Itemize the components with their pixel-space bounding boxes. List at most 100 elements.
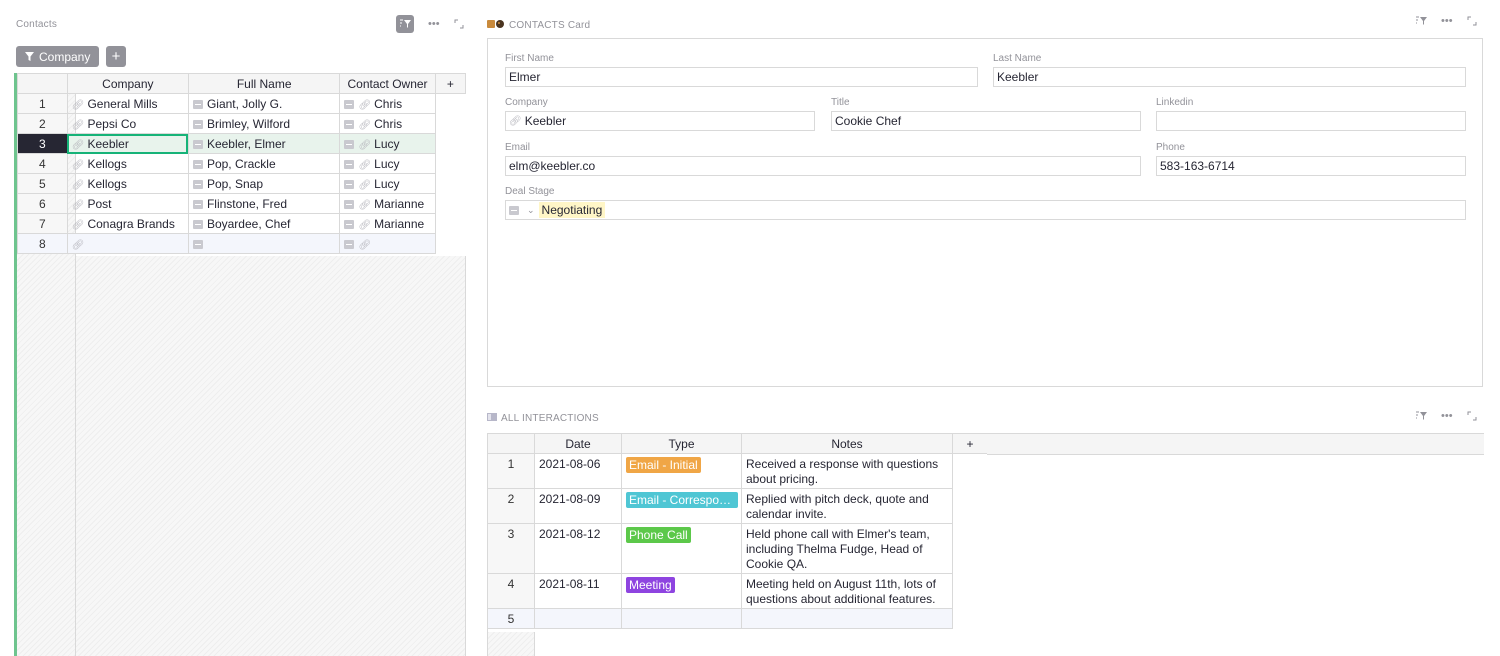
expand-icon[interactable] (1467, 16, 1477, 26)
notes-cell[interactable]: Replied with pitch deck, quote and calen… (741, 488, 953, 524)
full-name-cell[interactable]: Keebler, Elmer (187, 133, 341, 154)
type-cell[interactable]: Email - Correspondence (621, 488, 742, 524)
row-number[interactable]: 8 (17, 233, 68, 254)
company-cell[interactable]: 🔗︎ Conagra Brands (66, 213, 189, 234)
full-name-cell[interactable]: Brimley, Wilford (187, 113, 341, 134)
contact-owner-cell[interactable]: 🔗︎ Lucy (339, 173, 436, 194)
contact-owner-cell[interactable]: 🔗︎ Marianne (339, 193, 436, 214)
row-number[interactable]: 5 (487, 608, 535, 629)
more-icon[interactable]: ••• (1441, 410, 1453, 422)
row-number[interactable]: 3 (17, 133, 68, 154)
row-number[interactable]: 2 (17, 113, 68, 134)
phone-input[interactable]: 583-163-6714 (1156, 156, 1466, 176)
contact-owner-cell[interactable]: 🔗︎ (339, 233, 436, 254)
add-column-button[interactable]: + (952, 433, 988, 454)
date-cell[interactable]: 2021-08-11 (534, 573, 622, 609)
table-row[interactable]: 4 🔗︎ Kellogs Pop, Crackle 🔗︎ Lucy (17, 153, 466, 174)
reference-icon (192, 119, 203, 129)
expand-icon[interactable] (454, 19, 464, 29)
row-number[interactable]: 3 (487, 523, 535, 574)
table-row[interactable]: 8 🔗︎ 🔗︎ (17, 233, 466, 254)
linkedin-input[interactable] (1156, 111, 1466, 131)
table-row[interactable]: 3 🔗︎ Keebler Keebler, Elmer 🔗︎ Lucy (17, 133, 466, 154)
type-cell[interactable]: Email - Initial (621, 453, 742, 489)
notes-cell[interactable] (741, 608, 953, 629)
row-number[interactable]: 2 (487, 488, 535, 524)
date-cell[interactable]: 2021-08-09 (534, 488, 622, 524)
contact-owner-cell[interactable]: 🔗︎ Lucy (339, 133, 436, 154)
contact-owner-cell[interactable]: 🔗︎ Chris (339, 93, 436, 114)
table-row[interactable]: 22021-08-09Email - CorrespondenceReplied… (487, 488, 988, 524)
chevron-down-icon[interactable]: ⌄ (527, 205, 535, 216)
add-column-button[interactable]: + (434, 73, 467, 94)
column-header-date[interactable]: Date (534, 433, 622, 454)
full-name-cell[interactable]: Giant, Jolly G. (187, 93, 341, 114)
company-cell[interactable]: 🔗︎ Kellogs (66, 153, 189, 174)
row-number[interactable]: 4 (17, 153, 68, 174)
company-cell-value: Post (87, 196, 112, 211)
table-row[interactable]: 2 🔗︎ Pepsi Co Brimley, Wilford 🔗︎ Chris (17, 113, 466, 134)
company-cell[interactable]: 🔗︎ Kellogs (66, 173, 189, 194)
more-icon[interactable]: ••• (1441, 15, 1453, 27)
table-row[interactable]: 4 2021-08-11 Meeting Meeting held on August… (487, 573, 988, 609)
date-cell[interactable]: 2021-08-12 (534, 523, 622, 574)
company-input[interactable]: 🔗︎ Keebler (505, 111, 815, 131)
contact-owner-cell[interactable]: 🔗︎ Marianne (339, 213, 436, 234)
table-row[interactable]: 6 🔗︎ Post Flinstone, Fred 🔗︎ Marianne (17, 193, 466, 214)
company-cell[interactable]: 🔗︎ General Mills (66, 93, 189, 114)
grid-empty-area (76, 256, 466, 656)
notes-cell[interactable]: Meeting held on August 11th, lots of que… (741, 573, 953, 609)
row-number[interactable]: 7 (17, 213, 68, 234)
last-name-field: Last Name Keebler (993, 53, 1466, 87)
date-cell[interactable]: 2021-08-06 (534, 453, 622, 489)
full-name-cell[interactable]: Pop, Snap (187, 173, 341, 194)
table-row[interactable]: 3 2021-08-12 Phone Call Held phone call wit… (487, 523, 988, 574)
date-cell[interactable] (534, 608, 622, 629)
full-name-cell[interactable]: Boyardee, Chef (187, 213, 341, 234)
full-name-cell[interactable] (187, 233, 341, 254)
column-header-notes[interactable]: Notes (741, 433, 953, 454)
table-row[interactable]: 5 (487, 608, 988, 629)
filter-icon[interactable] (1416, 16, 1427, 26)
title-input[interactable]: Cookie Chef (831, 111, 1141, 131)
table-row[interactable]: 1 2021-08-06 Email - Initial Received a res… (487, 453, 988, 489)
empty-cell (435, 114, 465, 134)
column-header-type[interactable]: Type (621, 433, 742, 454)
full-name-cell[interactable]: Flinstone, Fred (187, 193, 341, 214)
company-filter-button[interactable]: Company (16, 46, 100, 67)
full-name-cell[interactable]: Pop, Crackle (187, 153, 341, 174)
row-number[interactable]: 6 (17, 193, 68, 214)
column-header-contact-owner[interactable]: Contact Owner (339, 73, 436, 94)
more-icon[interactable]: ••• (428, 18, 440, 30)
notes-cell[interactable]: Held phone call with Elmer's team, inclu… (741, 523, 953, 574)
table-row[interactable]: 7 🔗︎ Conagra Brands Boyardee, Chef 🔗︎ Mariann… (17, 213, 466, 234)
type-cell[interactable]: Phone Call (621, 523, 742, 574)
row-number[interactable]: 1 (17, 93, 68, 114)
table-row[interactable]: 5 🔗︎ Kellogs Pop, Snap 🔗︎ Lucy (17, 173, 466, 194)
company-cell[interactable]: 🔗︎ Keebler (66, 133, 189, 154)
filter-icon[interactable] (1416, 411, 1427, 421)
table-row[interactable]: 1 🔗︎ General Mills Giant, Jolly G. 🔗︎ Chris (17, 93, 466, 114)
expand-icon[interactable] (1467, 411, 1477, 421)
type-cell[interactable]: Meeting (621, 573, 742, 609)
first-name-label: First Name (505, 53, 554, 64)
row-number[interactable]: 1 (487, 453, 535, 489)
contact-owner-cell[interactable]: 🔗︎ Chris (339, 113, 436, 134)
row-number[interactable]: 5 (17, 173, 68, 194)
last-name-input[interactable]: Keebler (993, 67, 1466, 87)
email-input[interactable]: elm@keebler.co (505, 156, 1141, 176)
contact-owner-cell[interactable]: 🔗︎ Lucy (339, 153, 436, 174)
company-cell[interactable]: 🔗︎ Pepsi Co (66, 113, 189, 134)
first-name-input[interactable]: Elmer (505, 67, 978, 87)
header-row: Company Full Name Contact Owner + (17, 73, 467, 94)
add-filter-button[interactable]: + (106, 46, 126, 67)
deal-stage-select[interactable]: ⌄ Negotiating (505, 200, 1466, 220)
company-cell[interactable]: 🔗︎ (66, 233, 189, 254)
company-cell[interactable]: 🔗︎ Post (66, 193, 189, 214)
filter-icon[interactable] (396, 15, 414, 33)
notes-cell[interactable]: Received a response with questions about… (741, 453, 953, 489)
row-number[interactable]: 4 (487, 573, 535, 609)
column-header-company[interactable]: Company (66, 73, 189, 94)
type-cell[interactable] (621, 608, 742, 629)
column-header-full-name[interactable]: Full Name (187, 73, 341, 94)
